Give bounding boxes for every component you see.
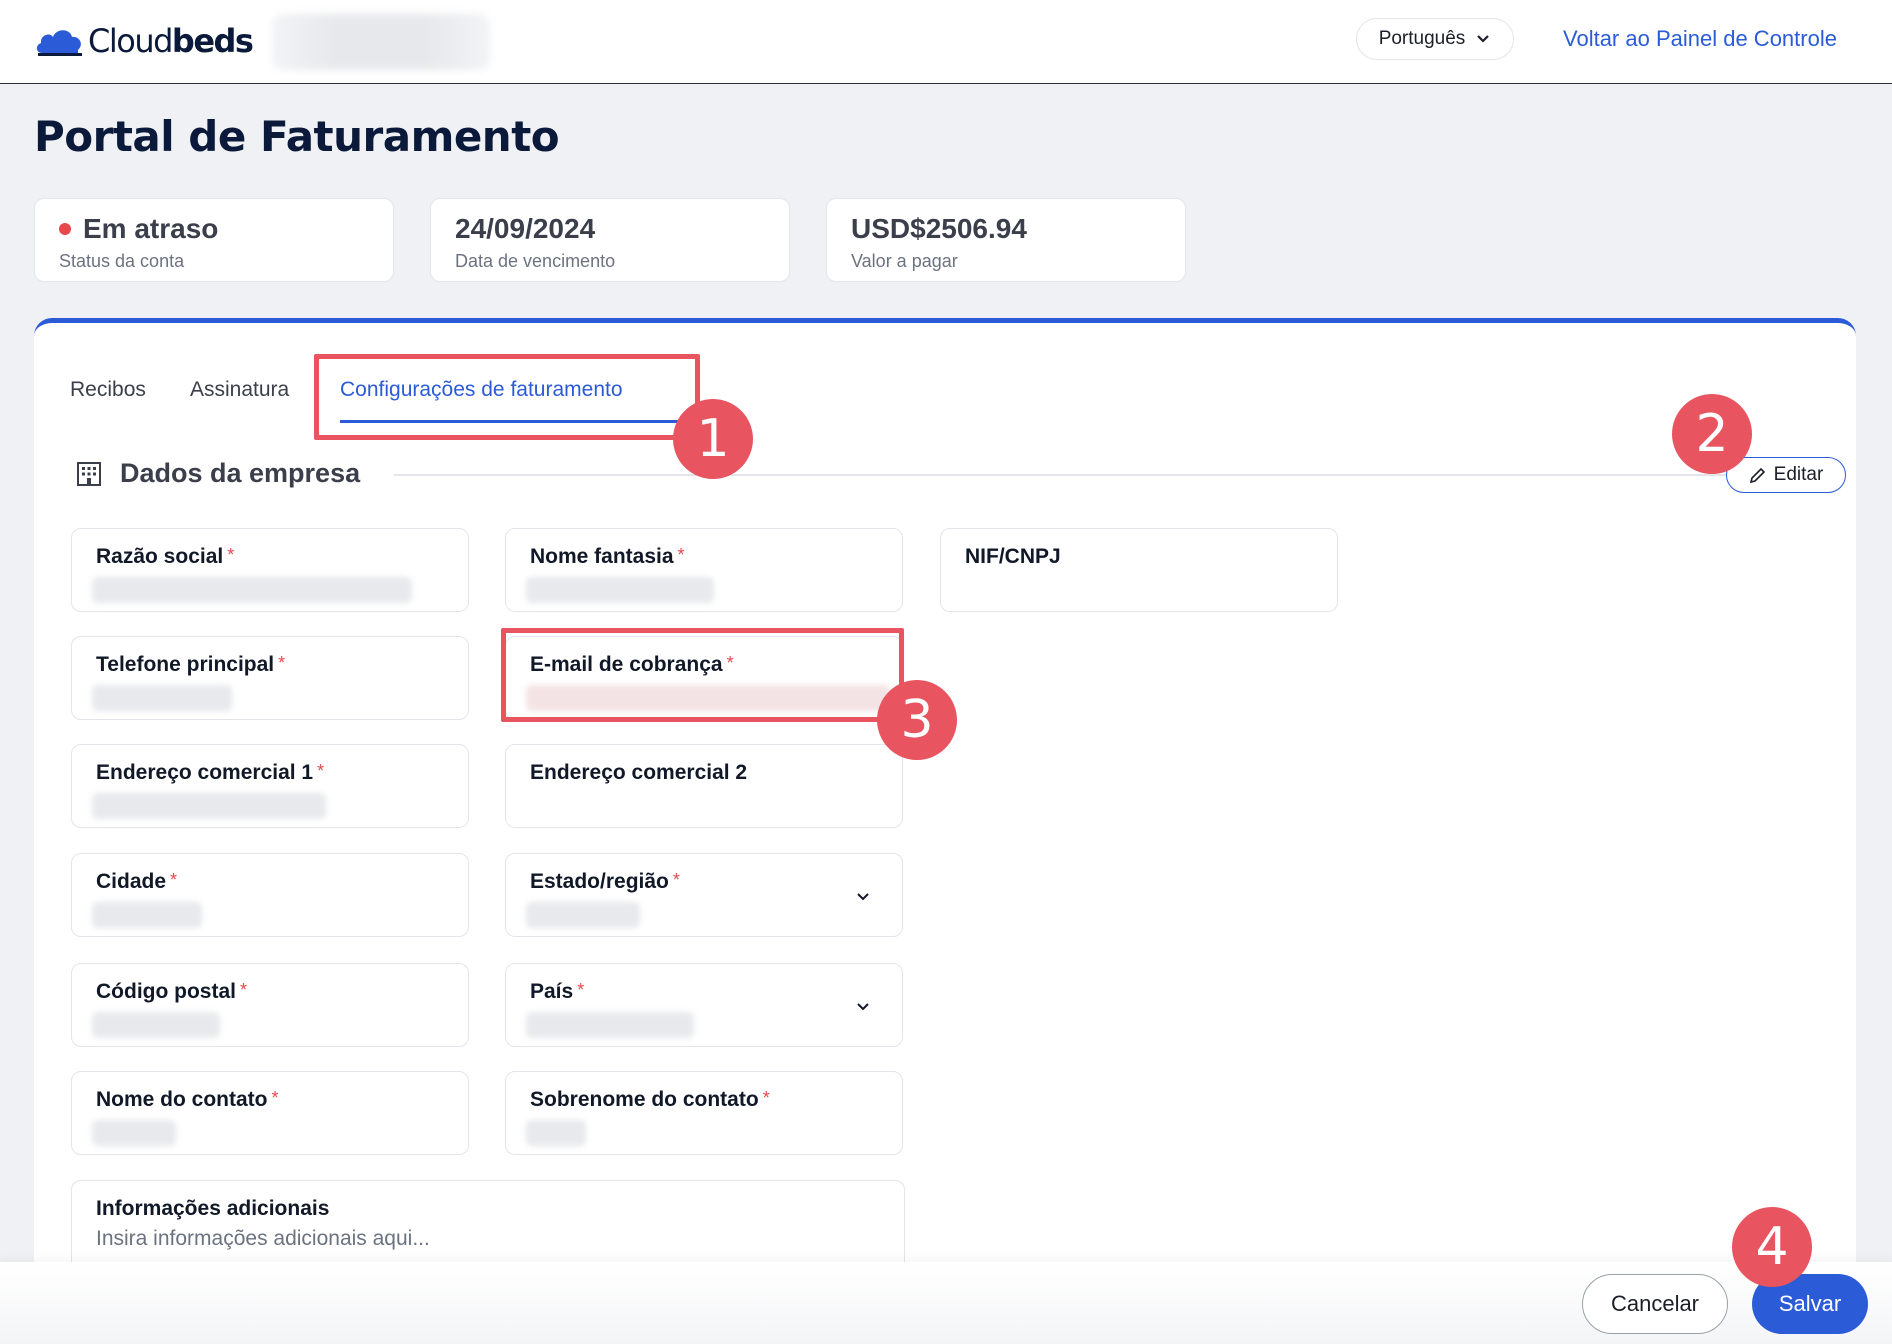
required-mark: * xyxy=(317,761,325,781)
telefone-principal-field[interactable]: Telefone principal * xyxy=(71,636,469,720)
codigo-postal-field[interactable]: Código postal * xyxy=(71,963,469,1047)
required-mark: * xyxy=(278,653,286,673)
building-icon xyxy=(77,461,101,486)
field-label: Estado/região xyxy=(530,870,669,893)
field-label: Nome do contato xyxy=(96,1088,268,1111)
status-dot-icon xyxy=(59,223,71,235)
top-header: Cloudbeds Português Voltar ao Painel de … xyxy=(0,0,1892,84)
cloudbeds-logo[interactable]: Cloudbeds xyxy=(34,20,254,62)
back-to-dashboard-link[interactable]: Voltar ao Painel de Controle xyxy=(1563,26,1837,52)
blurred-value xyxy=(526,902,640,928)
required-mark: * xyxy=(762,1088,770,1108)
language-label: Português xyxy=(1378,28,1466,49)
field-label: Informações adicionais xyxy=(96,1197,330,1220)
endereco-comercial-2-field[interactable]: Endereço comercial 2 xyxy=(505,744,903,828)
section-title: Dados da empresa xyxy=(120,458,361,488)
pencil-icon xyxy=(1749,467,1765,483)
required-mark: * xyxy=(672,870,680,890)
chevron-down-icon[interactable] xyxy=(854,888,872,906)
blurred-value xyxy=(526,577,714,603)
required-mark: * xyxy=(577,980,585,1000)
annotation-box-1 xyxy=(314,354,700,440)
field-label: Endereço comercial 2 xyxy=(530,761,748,784)
nome-fantasia-field[interactable]: Nome fantasia * xyxy=(505,528,903,612)
section-header: Dados da empresa xyxy=(74,458,360,489)
nif-cnpj-field[interactable]: NIF/CNPJ xyxy=(940,528,1338,612)
blurred-value xyxy=(526,1120,586,1146)
tab-assinatura[interactable]: Assinatura xyxy=(190,378,289,402)
language-selector[interactable]: Português xyxy=(1356,18,1514,60)
blurred-value xyxy=(92,1012,220,1038)
required-mark: * xyxy=(240,980,248,1000)
required-mark: * xyxy=(227,545,235,565)
edit-button-label: Editar xyxy=(1773,464,1824,485)
endereco-comercial-1-field[interactable]: Endereço comercial 1 * xyxy=(71,744,469,828)
required-mark: * xyxy=(271,1088,279,1108)
due-date-value: 24/09/2024 xyxy=(455,213,596,244)
required-mark: * xyxy=(170,870,178,890)
blurred-value xyxy=(92,577,412,603)
required-mark: * xyxy=(677,545,685,565)
cloud-logo-icon xyxy=(36,30,82,56)
blurred-value xyxy=(92,902,202,928)
field-label: Endereço comercial 1 xyxy=(96,761,314,784)
info-placeholder: Insira informações adicionais aqui... xyxy=(96,1227,430,1250)
amount-due-value: USD$2506.94 xyxy=(851,213,1027,244)
razao-social-field[interactable]: Razão social * xyxy=(71,528,469,612)
annotation-badge-3: 3 xyxy=(877,680,957,760)
amount-due-card: USD$2506.94 Valor a pagar xyxy=(826,198,1186,282)
account-status-card: Em atraso Status da conta xyxy=(34,198,394,282)
blurred-value xyxy=(92,1120,176,1146)
annotation-badge-2: 2 xyxy=(1672,394,1752,474)
blurred-value xyxy=(92,793,326,819)
account-status-value: Em atraso xyxy=(83,213,219,244)
cancel-button[interactable]: Cancelar xyxy=(1582,1274,1728,1334)
annotation-badge-4: 4 xyxy=(1732,1207,1812,1287)
annotation-box-3 xyxy=(501,628,904,722)
blurred-value xyxy=(526,1012,694,1038)
chevron-down-icon[interactable] xyxy=(854,998,872,1016)
page-title: Portal de Faturamento xyxy=(34,112,560,161)
account-status-label: Status da conta xyxy=(59,251,185,271)
field-label: Telefone principal xyxy=(96,653,275,676)
blurred-value xyxy=(92,685,232,711)
due-date-card: 24/09/2024 Data de vencimento xyxy=(430,198,790,282)
sobrenome-contato-field[interactable]: Sobrenome do contato * xyxy=(505,1071,903,1155)
due-date-label: Data de vencimento xyxy=(455,251,616,271)
field-label: Código postal xyxy=(96,980,236,1003)
field-label: NIF/CNPJ xyxy=(965,545,1061,568)
edit-button[interactable]: Editar xyxy=(1726,457,1846,493)
field-label: Nome fantasia xyxy=(530,545,674,568)
field-label: Sobrenome do contato xyxy=(530,1088,759,1111)
field-label: Cidade xyxy=(96,870,167,893)
pais-select[interactable]: País * xyxy=(505,963,903,1047)
billing-settings-panel: Recibos Assinatura Configurações de fatu… xyxy=(34,318,1856,1344)
estado-regiao-select[interactable]: Estado/região * xyxy=(505,853,903,937)
tab-recibos[interactable]: Recibos xyxy=(70,378,146,402)
nome-contato-field[interactable]: Nome do contato * xyxy=(71,1071,469,1155)
amount-due-label: Valor a pagar xyxy=(851,251,958,271)
field-label: Razão social xyxy=(96,545,224,568)
field-label: País xyxy=(530,980,574,1003)
brand-name: Cloudbeds xyxy=(88,22,254,60)
annotation-badge-1: 1 xyxy=(673,399,753,479)
cidade-field[interactable]: Cidade * xyxy=(71,853,469,937)
section-divider xyxy=(394,474,1774,476)
property-name-blurred xyxy=(272,14,490,70)
chevron-down-icon xyxy=(1477,35,1490,43)
